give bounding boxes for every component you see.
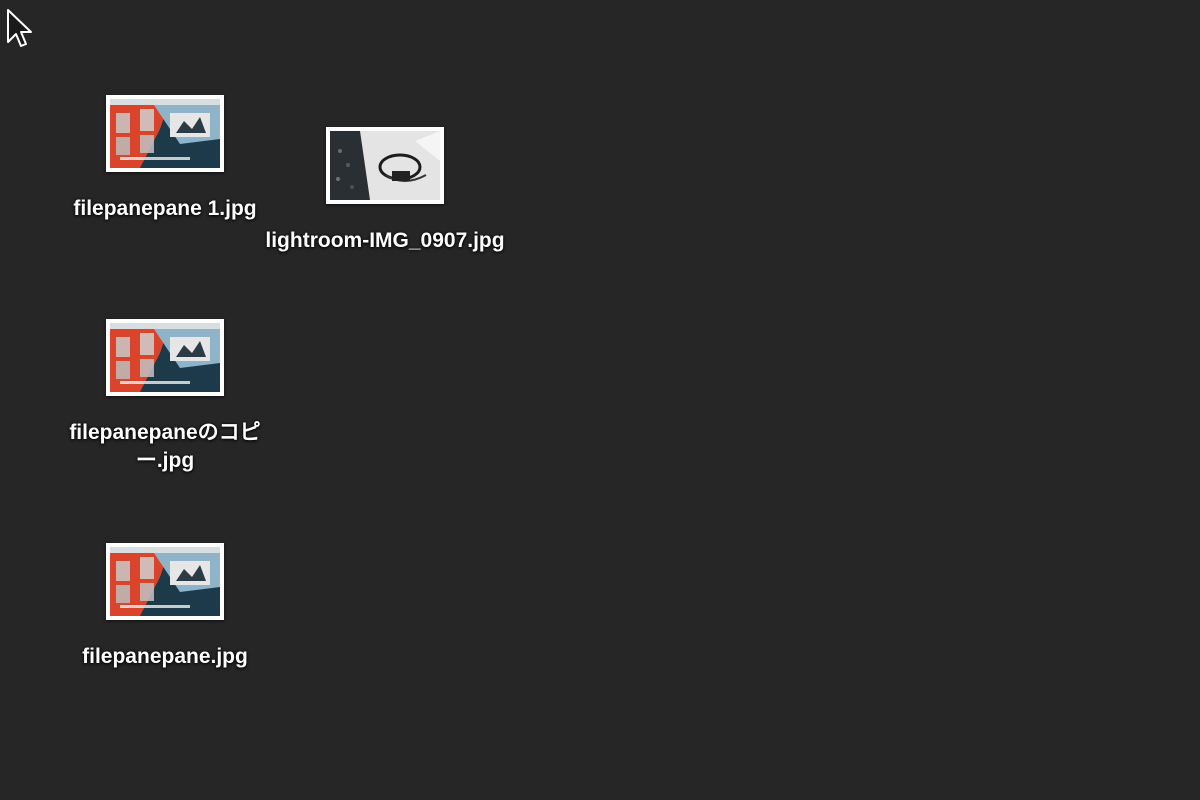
image-icon [330, 130, 440, 200]
file-name-label[interactable]: lightroom-IMG_0907.jpg [265, 227, 505, 255]
file-thumbnail-area[interactable] [45, 73, 285, 193]
photo-thumbnail[interactable] [326, 126, 444, 204]
image-icon [110, 98, 220, 168]
desktop-file-icon[interactable]: filepanepaneのコピー.jpg [45, 297, 285, 475]
desktop-file-icon[interactable]: filepanepane 1.jpg [45, 73, 285, 223]
screenshot-thumbnail[interactable] [106, 94, 224, 172]
arrow-pointer-icon [7, 9, 32, 47]
image-icon [110, 322, 220, 392]
desktop-file-icon[interactable]: lightroom-IMG_0907.jpg [265, 105, 505, 255]
file-name-label[interactable]: filepanepaneのコピー.jpg [45, 419, 285, 475]
file-name-label[interactable]: filepanepane 1.jpg [45, 195, 285, 223]
file-name-label[interactable]: filepanepane.jpg [45, 643, 285, 671]
file-thumbnail-area[interactable] [265, 105, 505, 225]
desktop[interactable]: filepanepane 1.jpg lightroom-IMG_0907.jp… [0, 0, 1200, 800]
desktop-file-icon[interactable]: filepanepane.jpg [45, 521, 285, 671]
file-thumbnail-area[interactable] [45, 297, 285, 417]
screenshot-thumbnail[interactable] [106, 318, 224, 396]
screenshot-thumbnail[interactable] [106, 542, 224, 620]
image-icon [110, 546, 220, 616]
file-thumbnail-area[interactable] [45, 521, 285, 641]
